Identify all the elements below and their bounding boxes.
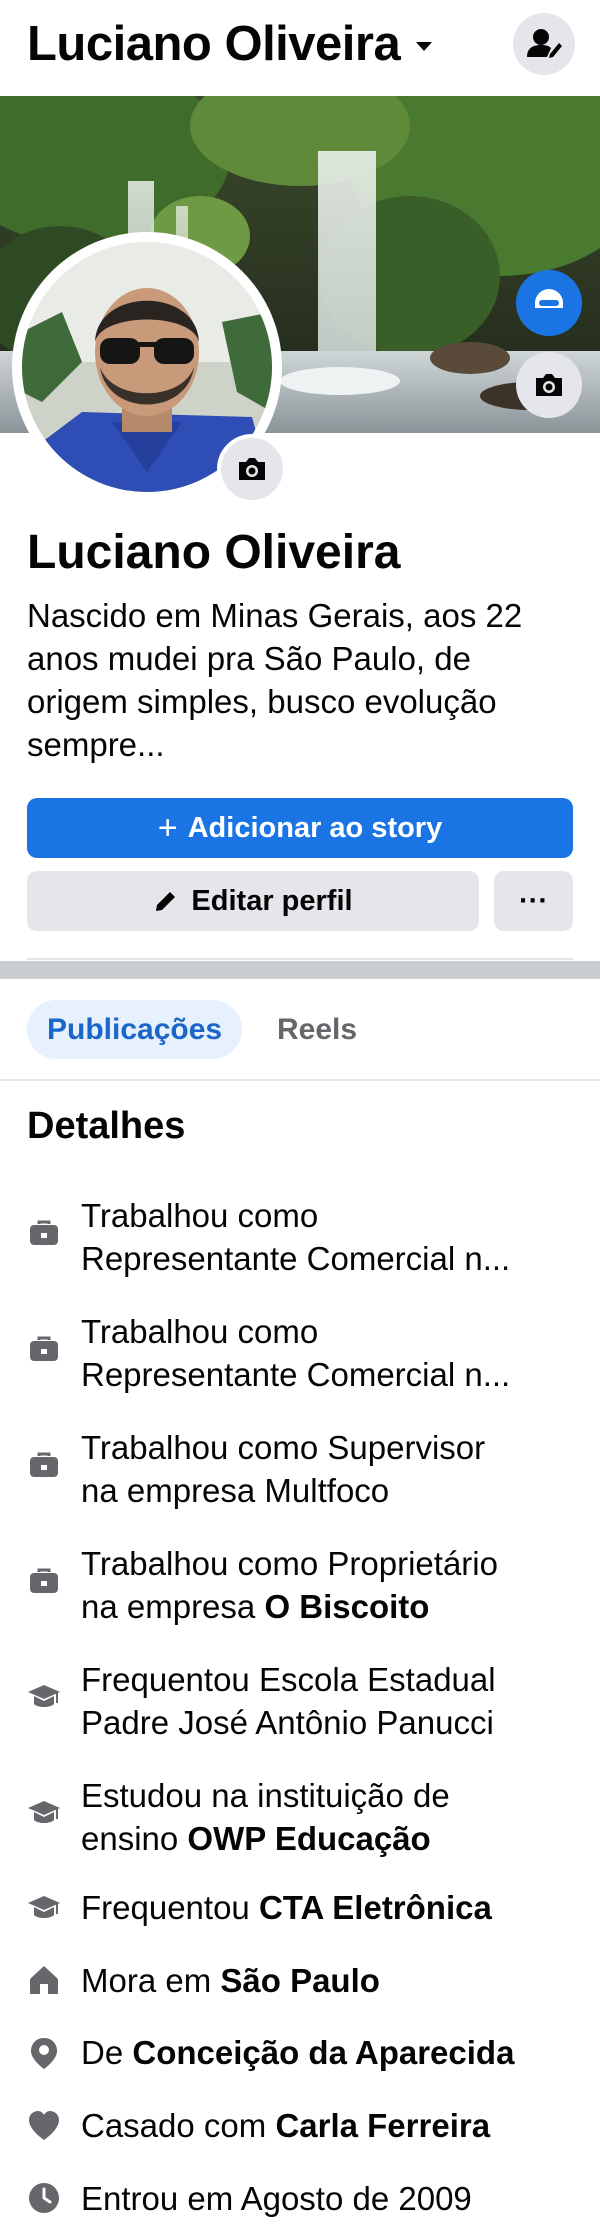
detail-item: Trabalhou como Proprietário na empresa O… (81, 1545, 498, 1625)
profile-settings-button[interactable] (513, 13, 575, 75)
graduation-cap-icon (28, 1896, 60, 1918)
briefcase-icon (30, 1336, 58, 1361)
edit-profile-button[interactable]: Editar perfil (27, 871, 479, 931)
details-heading: Detalhes (27, 1105, 186, 1147)
profile-name: Luciano Oliveira (27, 526, 401, 579)
avatar-story-button[interactable] (516, 270, 582, 336)
camera-icon (536, 374, 562, 396)
detail-item: Mora em São Paulo (81, 1962, 380, 1999)
avatar-face-icon (535, 289, 563, 308)
graduation-cap-icon (28, 1801, 60, 1823)
detail-link[interactable]: São Paulo (220, 1962, 380, 1999)
profile-bio: Nascido em Minas Gerais, aos 22 anos mud… (27, 597, 523, 763)
user-edit-icon (527, 29, 562, 58)
tabs-divider (0, 1079, 600, 1081)
pencil-icon (156, 892, 176, 911)
edit-profile-label: Editar perfil (191, 884, 353, 917)
detail-item: Frequentou Escola Estadual Padre José An… (81, 1661, 496, 1741)
graduation-cap-icon (28, 1685, 60, 1707)
top-bar: Luciano Oliveira (0, 0, 600, 96)
add-to-story-button[interactable]: + Adicionar ao story (27, 798, 573, 858)
detail-link[interactable]: CTA Eletrônica (259, 1889, 492, 1926)
plus-icon: + (157, 808, 178, 847)
detail-item: Entrou em Agosto de 2009 (81, 2180, 472, 2217)
detail-link[interactable]: O Biscoito (264, 1588, 429, 1625)
detail-item: Frequentou CTA Eletrônica (81, 1889, 492, 1926)
camera-icon (239, 458, 265, 480)
chevron-down-icon[interactable] (416, 42, 432, 51)
section-separator (0, 961, 600, 979)
tab-reels[interactable]: Reels (257, 1000, 377, 1059)
briefcase-icon (30, 1220, 58, 1245)
detail-item: Trabalhou como Representante Comercial n… (81, 1197, 511, 1277)
tab-publicacoes[interactable]: Publicações (27, 1000, 243, 1059)
briefcase-icon (30, 1452, 58, 1477)
location-pin-icon (31, 2038, 57, 2069)
heart-icon (29, 2111, 59, 2140)
detail-item: Estudou na instituição de ensino OWP Edu… (81, 1777, 450, 1857)
profile-switcher-title[interactable]: Luciano Oliveira (27, 16, 401, 72)
detail-link[interactable]: Conceição da Aparecida (132, 2034, 514, 2071)
edit-cover-camera-button[interactable] (516, 352, 582, 418)
more-options-button[interactable]: ··· (494, 871, 573, 931)
home-icon (30, 1966, 58, 1994)
briefcase-icon (30, 1568, 58, 1593)
detail-item: Casado com Carla Ferreira (81, 2107, 491, 2144)
clock-icon (29, 2183, 59, 2213)
more-options-icon: ··· (519, 884, 548, 917)
detail-link[interactable]: Carla Ferreira (275, 2107, 490, 2144)
detail-link[interactable]: OWP Educação (187, 1820, 430, 1857)
detail-item: De Conceição da Aparecida (81, 2034, 515, 2071)
divider (27, 958, 573, 960)
add-to-story-label: Adicionar ao story (187, 811, 443, 844)
detail-item: Trabalhou como Supervisor na empresa Mul… (81, 1429, 486, 1509)
edit-avatar-camera-button[interactable] (217, 434, 287, 504)
detail-item: Trabalhou como Representante Comercial n… (81, 1313, 511, 1393)
